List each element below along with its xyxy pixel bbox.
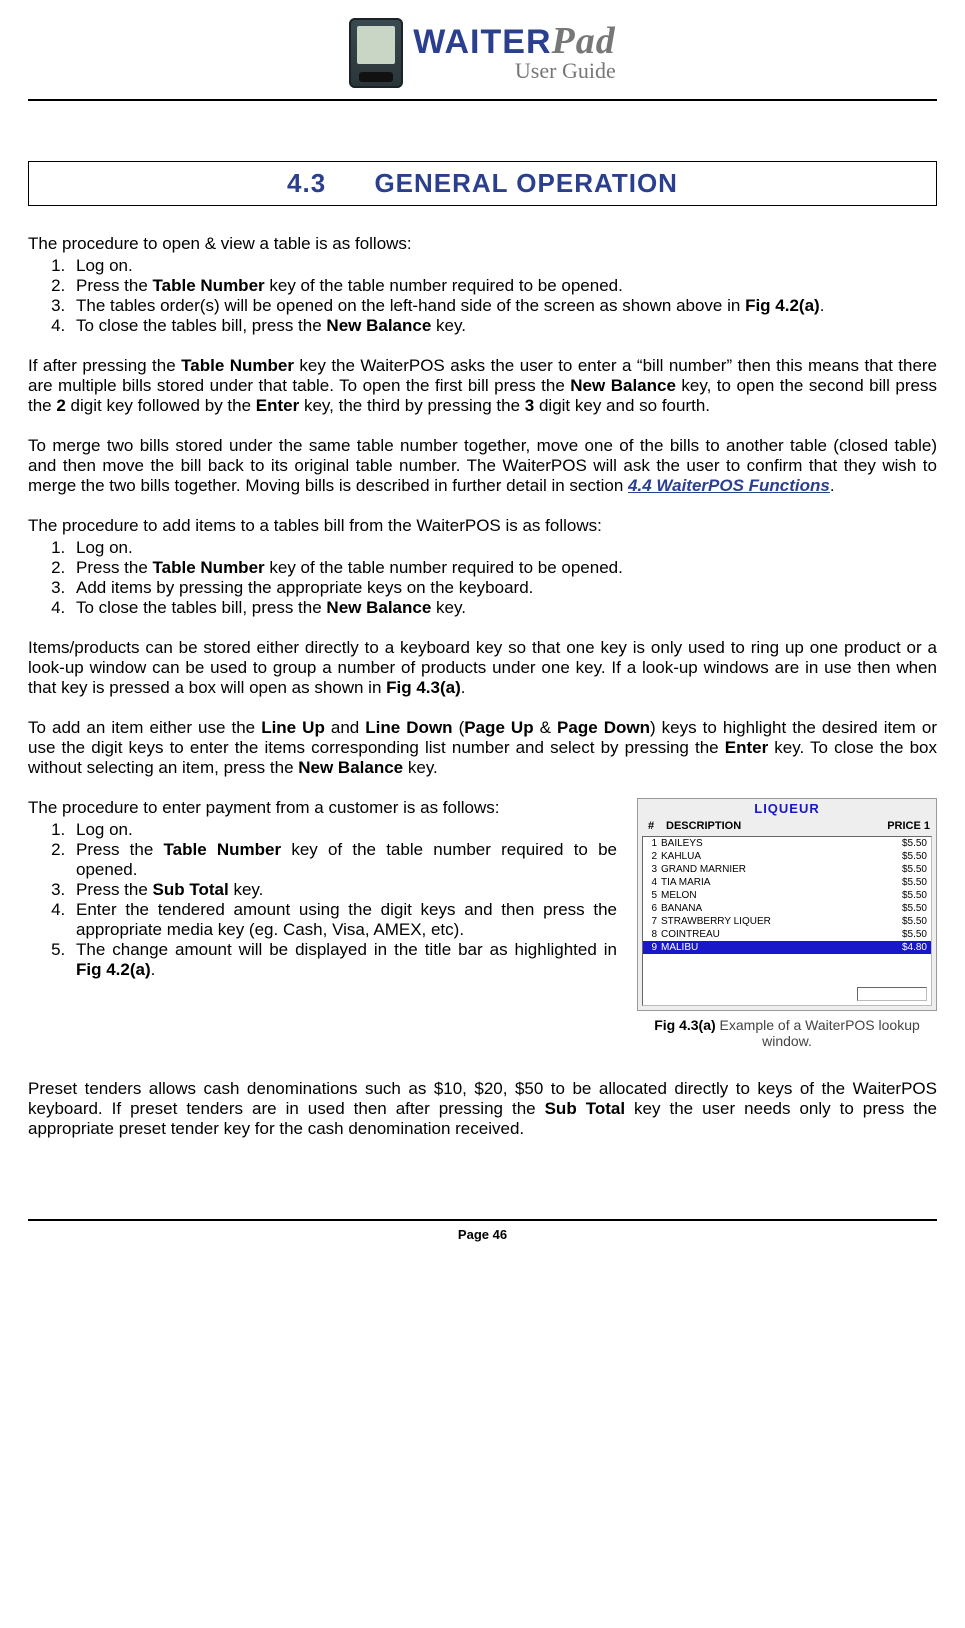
procedure-payment-block: The procedure to enter payment from a cu…: [28, 798, 617, 980]
lookup-input: [857, 987, 927, 1001]
lookup-row: 2KAHLUA$5.50: [643, 850, 931, 863]
pda-device-icon: [349, 18, 403, 88]
lookup-row: 3GRAND MARNIER$5.50: [643, 863, 931, 876]
procedure-open-intro: The procedure to open & view a table is …: [28, 234, 937, 254]
lookup-row: 8COINTREAU$5.50: [643, 928, 931, 941]
footer-rule: [28, 1219, 937, 1221]
list-item: To close the tables bill, press the New …: [70, 316, 937, 336]
preset-para: Preset tenders allows cash denominations…: [28, 1079, 937, 1139]
brand-suffix: Pad: [552, 20, 616, 62]
lookup-title: LIQUEUR: [638, 799, 936, 818]
list-item: Log on.: [70, 256, 937, 276]
lookup-row: 4TIA MARIA$5.50: [643, 876, 931, 889]
procedure-payment-list: Log on. Press the Table Number key of th…: [28, 820, 617, 980]
merge-para: To merge two bills stored under the same…: [28, 436, 937, 496]
brand-main: WAITER: [413, 23, 551, 61]
lookup-row: 9MALIBU$4.80: [643, 941, 931, 954]
procedure-payment-intro: The procedure to enter payment from a cu…: [28, 798, 617, 818]
list-item: Add items by pressing the appropriate ke…: [70, 578, 937, 598]
brand-name: WAITERPad: [413, 22, 615, 60]
lookup-window: LIQUEUR # DESCRIPTION PRICE 1 1BAILEYS$5…: [637, 798, 937, 1011]
list-item: To close the tables bill, press the New …: [70, 598, 937, 618]
procedure-add-list: Log on. Press the Table Number key of th…: [28, 538, 937, 618]
lookup-row: 6BANANA$5.50: [643, 902, 931, 915]
list-item: Press the Table Number key of the table …: [70, 276, 937, 296]
page-header: WAITERPad User Guide: [28, 18, 937, 93]
lookup-figure: LIQUEUR # DESCRIPTION PRICE 1 1BAILEYS$5…: [637, 798, 937, 1049]
lookup-row: 5MELON$5.50: [643, 889, 931, 902]
lookup-col-desc: DESCRIPTION: [666, 820, 870, 832]
list-item: Press the Table Number key of the table …: [70, 558, 937, 578]
lookup-caption: Fig 4.3(a) Example of a WaiterPOS lookup…: [637, 1017, 937, 1049]
lookup-row: 7STRAWBERRY LIQUER$5.50: [643, 915, 931, 928]
procedure-add-block: The procedure to add items to a tables b…: [28, 516, 937, 618]
lookup-col-price: PRICE 1: [870, 820, 930, 832]
section-title: 4.3 GENERAL OPERATION: [28, 161, 937, 206]
page-footer: Page 46: [28, 1227, 937, 1252]
lookup-col-num: #: [648, 820, 666, 832]
list-item: The tables order(s) will be opened on th…: [70, 296, 937, 316]
lineup-para: To add an item either use the Line Up an…: [28, 718, 937, 778]
section-number: 4.3: [287, 168, 326, 198]
procedure-open-block: The procedure to open & view a table is …: [28, 234, 937, 336]
procedure-open-list: Log on. Press the Table Number key of th…: [28, 256, 937, 336]
list-item: Press the Sub Total key.: [70, 880, 617, 900]
items-para: Items/products can be stored either dire…: [28, 638, 937, 698]
section-name: GENERAL OPERATION: [374, 168, 678, 198]
lookup-list: 1BAILEYS$5.502KAHLUA$5.503GRAND MARNIER$…: [642, 836, 932, 1006]
list-item: Press the Table Number key of the table …: [70, 840, 617, 880]
link-waiterpos-functions[interactable]: 4.4 WaiterPOS Functions: [628, 476, 830, 495]
procedure-add-intro: The procedure to add items to a tables b…: [28, 516, 937, 536]
bill-number-para: If after pressing the Table Number key t…: [28, 356, 937, 416]
brand-subtitle: User Guide: [413, 58, 615, 84]
list-item: Enter the tendered amount using the digi…: [70, 900, 617, 940]
lookup-header-row: # DESCRIPTION PRICE 1: [638, 818, 936, 836]
header-rule: [28, 99, 937, 101]
list-item: Log on.: [70, 820, 617, 840]
lookup-row: 1BAILEYS$5.50: [643, 837, 931, 850]
list-item: Log on.: [70, 538, 937, 558]
list-item: The change amount will be displayed in t…: [70, 940, 617, 980]
